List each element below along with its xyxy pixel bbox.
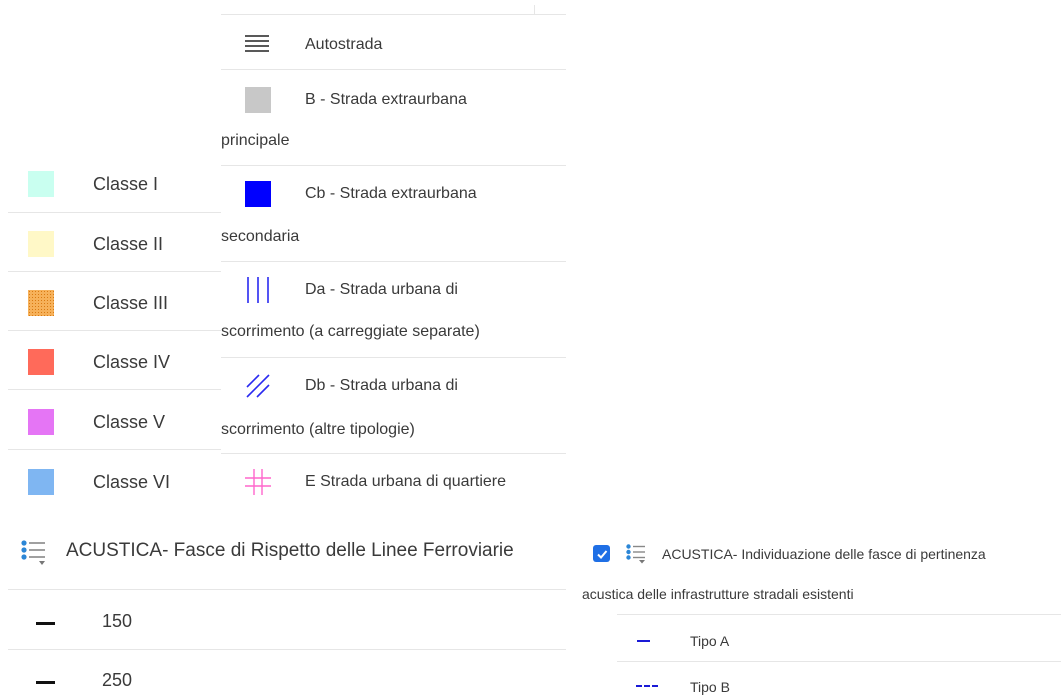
- strada-e-label: E Strada urbana di quartiere: [305, 473, 507, 490]
- legend-150-label: 150: [102, 611, 133, 631]
- railway-layer-title: ACUSTICA- Fasce di Rispetto delle Linee …: [66, 540, 514, 561]
- classe-3-label: Classe III: [93, 293, 169, 313]
- strada-db-label-line2: scorrimento (altre tipologie): [221, 421, 415, 438]
- strada-da-label-line1: Da - Strada urbana di: [305, 281, 458, 298]
- classe-3-swatch: [28, 290, 54, 316]
- classe-1-swatch: [28, 171, 54, 197]
- layer-visibility-checkbox[interactable]: [593, 545, 610, 562]
- classe-1-label: Classe I: [93, 174, 159, 194]
- solid-blue-line-symbol: [637, 640, 650, 642]
- strada-b-label-line2: principale: [221, 132, 290, 149]
- classe-2-label: Classe II: [93, 234, 164, 254]
- autostrada-label: Autostrada: [305, 36, 383, 53]
- dashed-blue-line-symbol: [636, 685, 658, 687]
- classe-5-swatch: [28, 409, 54, 435]
- strada-cb-label-line2: secondaria: [221, 228, 300, 245]
- tipo-b-label: Tipo B: [690, 679, 730, 695]
- horizontal-lines-icon: [245, 35, 269, 52]
- classe-4-label: Classe IV: [93, 352, 171, 372]
- gray-square-icon: [245, 87, 271, 113]
- solid-line-symbol: [36, 622, 55, 625]
- classe-5-label: Classe V: [93, 412, 166, 432]
- strada-db-label-line1: Db - Strada urbana di: [305, 377, 458, 394]
- vertical-lines-icon: [247, 277, 269, 303]
- strada-cb-label-line1: Cb - Strada extraurbana: [305, 185, 477, 202]
- legend-list-icon[interactable]: [21, 540, 47, 566]
- road-noise-layer-title-line2: acustica delle infrastrutture stradali e…: [582, 586, 854, 602]
- blue-square-icon: [245, 181, 271, 207]
- strada-da-label-line2: scorrimento (a carreggiate separate): [221, 323, 480, 340]
- road-noise-layer-title-line1: ACUSTICA- Individuazione delle fasce di …: [662, 546, 986, 562]
- solid-line-symbol: [36, 681, 55, 684]
- grid-hash-icon: [245, 469, 271, 495]
- classe-6-swatch: [28, 469, 54, 495]
- diagonal-lines-icon: [246, 374, 270, 398]
- legend-250-label: 250: [102, 670, 133, 690]
- strada-b-label-line1: B - Strada extraurbana: [305, 91, 467, 108]
- checkmark-icon: [596, 549, 607, 559]
- classe-2-swatch: [28, 231, 54, 257]
- tipo-a-label: Tipo A: [690, 633, 730, 649]
- classe-6-label: Classe VI: [93, 472, 171, 492]
- legend-list-icon[interactable]: [626, 544, 646, 564]
- classe-4-swatch: [28, 349, 54, 375]
